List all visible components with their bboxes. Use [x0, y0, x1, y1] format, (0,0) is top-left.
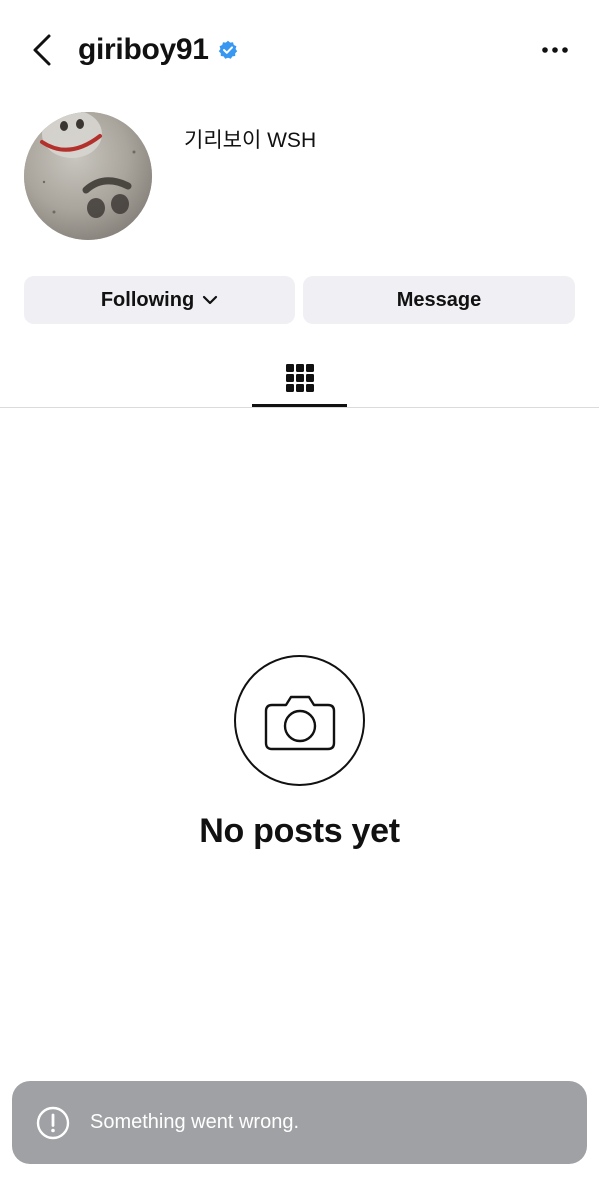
more-horizontal-icon	[542, 47, 568, 53]
grid-icon	[285, 364, 314, 392]
username: giriboy91	[78, 33, 209, 66]
profile-header: giriboy91	[0, 0, 599, 100]
tab-divider	[0, 407, 599, 408]
back-button[interactable]	[22, 28, 62, 72]
error-toast[interactable]: Something went wrong.	[12, 1081, 587, 1164]
message-button[interactable]: Message	[303, 276, 575, 324]
chevron-left-icon	[33, 34, 51, 66]
empty-state-camera	[234, 655, 365, 786]
chevron-down-icon	[202, 295, 218, 305]
verified-badge-icon	[218, 40, 238, 60]
display-name: 기리보이 WSH	[184, 129, 317, 152]
alert-circle-icon	[36, 1106, 70, 1140]
avatar[interactable]	[24, 112, 152, 240]
toast-message: Something went wrong.	[90, 1111, 300, 1133]
tab-posts-grid[interactable]	[252, 350, 347, 406]
following-button[interactable]: Following	[24, 276, 295, 324]
profile-photo	[24, 112, 152, 240]
camera-icon	[264, 695, 335, 750]
empty-state-title: No posts yet	[199, 812, 400, 850]
message-label: Message	[396, 288, 482, 311]
username-row: giriboy91	[78, 28, 238, 72]
more-options-button[interactable]	[537, 30, 573, 70]
following-label: Following	[100, 288, 195, 311]
